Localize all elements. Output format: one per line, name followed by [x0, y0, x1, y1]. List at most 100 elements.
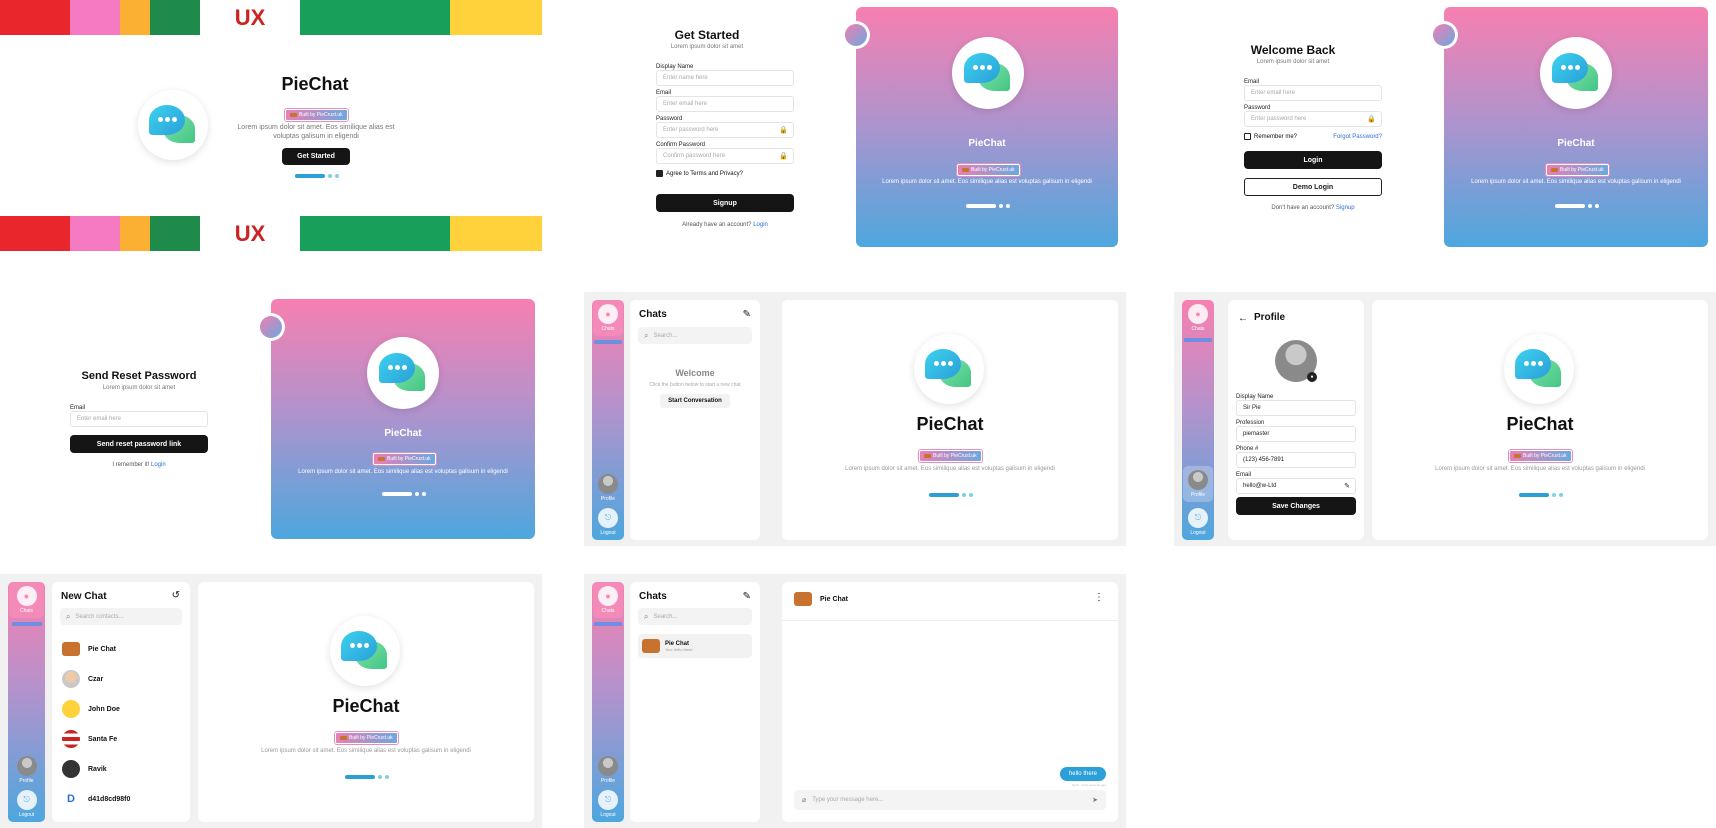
profession-field[interactable]: piemaster: [1236, 426, 1356, 442]
built-by-mini-badge[interactable]: [594, 340, 622, 344]
chat-logo: [952, 37, 1024, 109]
logout-icon[interactable]: ⎋: [598, 790, 618, 810]
camera-icon[interactable]: ●: [1307, 372, 1317, 382]
terms-checkbox[interactable]: [656, 170, 663, 177]
logout-icon[interactable]: ⎋: [16, 790, 37, 810]
login-link[interactable]: Login: [753, 222, 768, 228]
built-by-mini-badge[interactable]: [11, 622, 42, 626]
sidebar-item-chats[interactable]: ● Chats: [593, 582, 623, 618]
letter-d-icon: D: [67, 793, 75, 805]
built-by-mini-badge[interactable]: [1184, 338, 1212, 342]
password-field[interactable]: Enter password here 🔒: [1244, 111, 1382, 127]
contact-item[interactable]: Ravik: [62, 754, 186, 784]
sidebar-logout-label: Logout: [600, 530, 616, 536]
search-input[interactable]: ⌕ Search...: [638, 327, 752, 344]
phone-field[interactable]: (123) 456-7891: [1236, 452, 1356, 468]
signup-link[interactable]: Signup: [1336, 205, 1355, 211]
ux-logo-text: UX: [200, 0, 300, 35]
built-by-badge[interactable]: Built by PieCrust.uk: [373, 448, 436, 466]
profile-avatar[interactable]: [598, 756, 618, 776]
send-reset-button[interactable]: Send reset password link: [70, 435, 208, 453]
conversation-panel: Pie Chat ⋮ hello there Sent · a few seco…: [782, 582, 1118, 822]
attachment-icon[interactable]: ⌀: [802, 796, 806, 804]
signup-button[interactable]: Signup: [656, 194, 794, 212]
welcome-text: Click the button below to start a new ch…: [649, 382, 741, 388]
conversation-name: Pie Chat: [820, 595, 849, 603]
email-field[interactable]: hello@w-Ltd ✎: [1236, 478, 1356, 494]
chat-icon: ●: [16, 586, 37, 606]
remember-checkbox[interactable]: [1244, 133, 1251, 140]
display-name-field[interactable]: Enter name here: [656, 70, 794, 86]
display-name-field[interactable]: Sir Pie: [1236, 400, 1356, 416]
login-screen: Welcome Back Lorem ipsum dolor sit amet …: [1174, 0, 1716, 254]
sidebar-item-chats[interactable]: ● Chats: [9, 582, 44, 618]
new-chat-panel: New Chat ↺ ⌕ Search contacts... Pie Chat …: [52, 582, 190, 822]
chat-logo: [330, 616, 400, 686]
password-field[interactable]: Enter password here 🔒: [656, 122, 794, 138]
built-by-badge[interactable]: Built by PieCrust.uk: [335, 727, 398, 745]
start-conversation-button[interactable]: Start Conversation: [660, 394, 730, 408]
built-by-badge[interactable]: Built by PieCrust.uk: [1509, 445, 1572, 463]
undo-icon[interactable]: ↺: [172, 590, 180, 601]
more-options-icon[interactable]: ⋮: [1094, 592, 1104, 603]
contact-item[interactable]: Czar: [62, 664, 186, 694]
logout-icon[interactable]: ⎋: [1188, 508, 1208, 528]
badge-label: Built by PieCrust.uk: [387, 456, 431, 462]
carousel-indicator: [1555, 204, 1599, 208]
contact-item[interactable]: Dd41d8cd98f0: [62, 784, 186, 814]
reset-footer-text: I remember it!: [112, 462, 150, 468]
email-field[interactable]: Enter email here: [656, 96, 794, 112]
conversation-screen: ● Chats Profile ⎋ Logout Chats ✎ ⌕ Search.…: [584, 574, 1126, 828]
compose-icon[interactable]: ✎: [743, 309, 751, 320]
sidebar-item-profile[interactable]: Profile: [1183, 466, 1213, 502]
app-sidebar: ● Chats Profile ⎋ Logout: [1182, 300, 1214, 540]
message-meta: Sent · a few seconds ago: [1072, 783, 1106, 787]
hero-desc: Lorem ipsum dolor sit amet. Eos similiqu…: [882, 179, 1092, 185]
save-changes-button[interactable]: Save Changes: [1236, 497, 1356, 515]
pie-icon: [794, 592, 812, 606]
outgoing-message: hello there: [1059, 767, 1106, 781]
built-by-badge[interactable]: Built by PieCrust.uk: [1546, 159, 1609, 177]
chats-welcome-screen: ● Chats Profile ⎋ Logout Chats ✎ ⌕ Search.…: [584, 292, 1126, 546]
hero-app-name: PieChat: [384, 428, 422, 439]
signup-subtitle: Lorem ipsum dolor sit amet: [670, 44, 744, 50]
sidebar-item-chats[interactable]: ● Chats: [593, 300, 623, 336]
edit-icon[interactable]: ✎: [1344, 482, 1350, 490]
search-input[interactable]: ⌕ Search...: [638, 608, 752, 625]
sidebar-chats-label: Chats: [601, 326, 615, 332]
built-by-mini-badge[interactable]: [594, 622, 622, 626]
demo-login-button[interactable]: Demo Login: [1244, 178, 1382, 196]
contact-search-input[interactable]: ⌕ Search contacts...: [60, 608, 182, 625]
forgot-password-link[interactable]: Forgot Password?: [1333, 134, 1382, 140]
built-by-badge[interactable]: Built by PieCrust.uk: [919, 445, 982, 463]
email-field[interactable]: Enter email here: [70, 411, 208, 427]
logout-icon[interactable]: ⎋: [598, 508, 618, 528]
login-link[interactable]: Login: [151, 462, 166, 468]
back-arrow-icon[interactable]: ←: [1238, 313, 1248, 324]
message-input-bar[interactable]: ⌀ Type your message here... ➤: [794, 790, 1106, 810]
built-by-badge[interactable]: Built by PieCrust.uk: [285, 104, 348, 122]
login-button[interactable]: Login: [1244, 151, 1382, 169]
profile-avatar[interactable]: [16, 756, 37, 776]
terms-label: Agree to Terms and Privacy?: [666, 170, 743, 177]
contact-item[interactable]: John Doe: [62, 694, 186, 724]
contact-item[interactable]: Santa Fe: [62, 724, 186, 754]
confirm-password-field[interactable]: Confirm password here 🔒: [656, 148, 794, 164]
app-sidebar: ● Chats Profile ⎋ Logout: [592, 582, 624, 822]
chat-list-item[interactable]: Pie Chat You: hello there: [638, 634, 752, 658]
profile-avatar[interactable]: [598, 474, 618, 494]
chat-list-panel: Chats ✎ ⌕ Search... Welcome Click the but…: [630, 300, 760, 540]
contact-item[interactable]: Pie Chat: [62, 634, 186, 664]
compose-icon[interactable]: ✎: [743, 591, 751, 602]
email-field[interactable]: Enter email here: [1244, 85, 1382, 101]
message-placeholder: Type your message here...: [812, 797, 884, 803]
sidebar-profile-label: Profile: [600, 496, 616, 502]
sidebar-item-chats[interactable]: ● Chats: [1188, 300, 1208, 336]
chat-icon: ●: [598, 586, 618, 606]
send-icon[interactable]: ➤: [1092, 796, 1098, 804]
built-by-badge[interactable]: Built by PieCrust.uk: [957, 159, 1020, 177]
email-value: hello@w-Ltd: [1243, 483, 1277, 489]
login-subtitle: Lorem ipsum dolor sit amet: [1256, 59, 1330, 65]
profile-title: Profile: [1254, 312, 1286, 323]
get-started-button[interactable]: Get Started: [282, 148, 350, 165]
